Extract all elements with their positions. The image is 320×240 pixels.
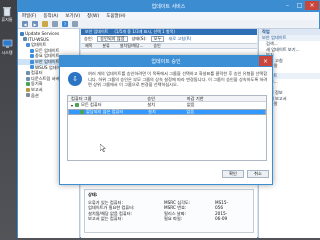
maximize-icon[interactable]: □ — [294, 1, 305, 10]
status-panel: 상태: 오류가 있는 컴퓨터: 업데이트가 필요한 컴퓨터: 설치됨/해당 없음… — [84, 189, 254, 233]
window-titlebar[interactable]: 업데이트 서비스 – □ × — [18, 1, 319, 12]
dialog-message: 여러 개의 업데이트를 승인하려면 이 목록에서 그룹을 선택하고 화살표를 클… — [88, 71, 268, 88]
column-group[interactable]: 컴퓨터 그룹 — [68, 96, 147, 102]
approve-check-icon — [75, 103, 80, 108]
close-icon[interactable]: × — [259, 56, 272, 66]
server-icon — [26, 76, 30, 81]
column-title[interactable]: 제목 — [85, 43, 92, 49]
close-icon[interactable]: × — [305, 1, 319, 10]
pane-icon[interactable] — [72, 21, 78, 27]
menu-bar: 파일(F) 동작(A) 보기(V) 창(W) 도움말(H) — [18, 12, 319, 20]
menu-view[interactable]: 보기(V) — [65, 13, 80, 19]
window-title: 업데이트 서비스 — [151, 4, 186, 10]
approve-updates-dialog: 업데이트 승인 × ⇩ 여러 개의 업데이트를 승인하려면 이 목록에서 그룹을… — [59, 55, 273, 185]
update-icon — [30, 65, 34, 70]
column-approval[interactable]: 승인 — [153, 43, 160, 49]
table-row[interactable]: ▾ 모든 컴퓨터 설치 없음 — [68, 102, 266, 109]
refresh-button[interactable]: 새로 고침(R) — [168, 36, 191, 42]
help-icon[interactable]: ? — [62, 21, 68, 27]
report-icon — [26, 87, 30, 92]
updates-icon — [26, 42, 30, 47]
recycle-bin-label: 휴지통 — [1, 17, 13, 22]
dialog-title: 업데이트 승인 — [151, 59, 181, 65]
forward-icon[interactable]: ▶ — [32, 21, 38, 27]
computer-icon[interactable] — [1, 38, 13, 50]
computer-label: 시스템 — [1, 50, 13, 55]
approval-filter-select[interactable]: 승인되지 않음 — [97, 36, 128, 42]
status-filter-select[interactable]: 모두 — [150, 36, 165, 42]
menu-file[interactable]: 파일(F) — [22, 13, 36, 19]
back-icon[interactable]: ◀ — [22, 21, 28, 27]
dialog-titlebar[interactable]: 업데이트 승인 × — [60, 56, 272, 67]
wsus-icon: ⇩ — [68, 72, 82, 86]
menu-help[interactable]: 도움말(H) — [106, 13, 125, 19]
computers-icon — [26, 70, 30, 75]
update-icon — [30, 48, 34, 53]
column-installed[interactable]: 설치됨/해당... — [120, 43, 144, 49]
column-approval[interactable]: 승인 — [147, 96, 187, 102]
column-deadline[interactable]: 마감 기한 — [187, 96, 266, 102]
expand-icon[interactable]: ▾ — [71, 103, 73, 108]
menu-window[interactable]: 창(W) — [87, 13, 99, 19]
sync-icon — [26, 82, 30, 87]
server-icon — [23, 37, 27, 42]
approve-check-icon — [80, 109, 84, 114]
mouse-cursor-icon — [100, 144, 106, 152]
toolbar: ◀ ▶ ? — [18, 20, 319, 29]
column-classification[interactable]: 분류 — [102, 43, 109, 49]
menu-action[interactable]: 동작(A) — [43, 13, 58, 19]
options-icon — [26, 93, 30, 98]
table-row-selected[interactable]: 할당되지 않은 컴퓨터 설치 없음 — [68, 108, 266, 115]
recycle-bin-icon[interactable] — [1, 5, 13, 17]
properties-icon[interactable] — [52, 21, 58, 27]
filter-bar: 승인: 승인되지 않음 상태(S): 모두 새로 고침(R) — [84, 36, 192, 42]
update-list-header: 제목 분류 설치됨/해당... 승인 — [81, 43, 257, 49]
minimize-icon[interactable]: – — [282, 1, 293, 10]
ok-button[interactable]: 확인 — [222, 170, 244, 178]
update-icon — [30, 59, 34, 64]
folder-icon[interactable] — [42, 21, 48, 27]
group-approval-table: 컴퓨터 그룹 승인 마감 기한 ▾ 모든 컴퓨터 설치 없음 할당되지 않은 컴퓨… — [67, 95, 267, 161]
wsus-icon — [20, 31, 24, 36]
update-icon — [30, 54, 34, 59]
cancel-button[interactable]: 취소 — [247, 170, 269, 178]
